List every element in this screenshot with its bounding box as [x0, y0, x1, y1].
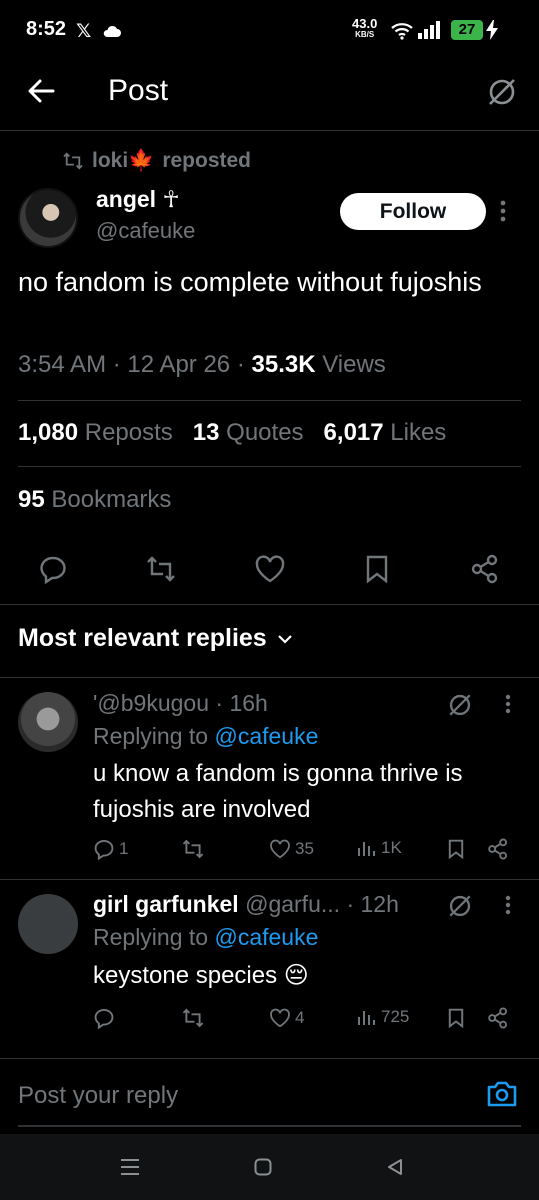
reply-actions: 4 725	[93, 1007, 523, 1037]
more-icon[interactable]	[500, 200, 506, 222]
reposts-stat[interactable]: 1,080 Reposts	[18, 419, 173, 447]
divider	[18, 400, 521, 401]
follow-button[interactable]: Follow	[340, 193, 486, 230]
avatar[interactable]	[18, 894, 78, 954]
cloud-icon	[102, 24, 122, 38]
heart-icon[interactable]: 35	[269, 838, 314, 860]
share-icon[interactable]	[487, 838, 509, 860]
header-divider	[0, 130, 539, 131]
heart-icon[interactable]	[254, 554, 286, 584]
author-name[interactable]: angel ☥	[96, 186, 180, 213]
reply-time: 16h	[229, 690, 268, 716]
reply-count: 1	[119, 839, 129, 858]
reply-actions: 1 35 1K	[93, 838, 523, 868]
divider	[0, 879, 539, 880]
view-count: 1K	[381, 838, 402, 857]
post-stats: 1,080 Reposts 13 Quotes 6,017 Likes	[18, 419, 446, 447]
reply-icon[interactable]	[93, 1007, 115, 1029]
status-bar: 8:52 𝕏 43.0 KB/S 27	[0, 0, 539, 62]
bolt-icon	[486, 20, 498, 40]
retweet-icon[interactable]	[181, 838, 205, 860]
views-count: 35.3K	[251, 351, 316, 378]
divider	[0, 1058, 539, 1059]
x-logo-icon: 𝕏	[76, 21, 92, 42]
post-meta: 3:54 AM · 12 Apr 26 · 35.3K Views	[18, 351, 386, 378]
replying-to: Replying to @cafeuke	[93, 723, 319, 749]
divider	[0, 677, 539, 678]
status-time: 8:52	[26, 18, 67, 40]
author-handle[interactable]: @cafeuke	[96, 218, 195, 244]
avatar[interactable]	[18, 188, 78, 248]
post-time: 3:54 AM	[18, 351, 107, 378]
replying-to-link[interactable]: @cafeuke	[214, 924, 318, 950]
reply-icon[interactable]	[38, 554, 68, 584]
reply-text: u know a fandom is gonna thrive is fujos…	[93, 760, 463, 823]
avatar[interactable]	[18, 692, 78, 752]
post-text: no fandom is complete without fujoshis	[18, 267, 482, 297]
more-icon[interactable]	[505, 895, 511, 915]
repost-by: loki🍁	[92, 149, 155, 172]
reply-handle: '@b9kugou	[93, 690, 209, 716]
battery-indicator: 27	[451, 20, 483, 40]
like-count: 35	[295, 839, 314, 858]
grok-icon[interactable]	[486, 76, 518, 108]
likes-stat[interactable]: 6,017 Likes	[324, 419, 447, 447]
bookmark-icon[interactable]	[364, 554, 390, 584]
home-square-icon[interactable]	[254, 1158, 272, 1176]
replies-heading: Most relevant replies	[18, 624, 267, 652]
divider	[0, 604, 539, 605]
reply-icon[interactable]: 1	[93, 838, 128, 860]
reply-header[interactable]: '@b9kugou · 16h	[93, 690, 268, 717]
share-icon[interactable]	[470, 554, 500, 584]
network-speed: 43.0 KB/S	[352, 16, 378, 39]
replying-to-link[interactable]: @cafeuke	[214, 723, 318, 749]
system-nav-bar	[0, 1134, 539, 1200]
reply-text: keystone species 😔	[93, 962, 309, 989]
repost-context[interactable]: loki🍁 reposted	[62, 148, 251, 174]
bookmark-icon[interactable]	[447, 1007, 465, 1029]
wifi-icon	[391, 22, 413, 40]
views-label: Views	[322, 351, 386, 378]
page-title: Post	[108, 74, 169, 107]
more-icon[interactable]	[505, 694, 511, 714]
replying-to: Replying to @cafeuke	[93, 924, 319, 950]
heart-icon[interactable]: 4	[269, 1007, 304, 1029]
chevron-down-icon	[277, 633, 293, 645]
post-date: 12 Apr 26	[127, 351, 231, 378]
divider	[18, 466, 521, 467]
repost-suffix: reposted	[162, 149, 252, 172]
bookmarks-stat[interactable]: 95 Bookmarks	[18, 486, 171, 514]
like-count: 4	[295, 1008, 305, 1027]
retweet-icon[interactable]	[181, 1007, 205, 1029]
reply-header[interactable]: girl garfunkel @garfu... · 12h	[93, 891, 399, 918]
grok-icon[interactable]	[447, 893, 473, 919]
reply-time: 12h	[360, 891, 399, 917]
compose-underline	[18, 1125, 521, 1127]
post-actions	[0, 548, 539, 592]
camera-icon[interactable]	[486, 1080, 518, 1108]
back-triangle-icon[interactable]	[386, 1158, 404, 1176]
reply-input[interactable]: Post your reply	[18, 1082, 178, 1110]
view-count: 725	[381, 1007, 410, 1026]
replies-sort-dropdown[interactable]: Most relevant replies	[18, 624, 293, 653]
views-icon[interactable]: 725	[357, 1007, 409, 1027]
retweet-icon	[62, 152, 84, 170]
share-icon[interactable]	[487, 1007, 509, 1029]
quotes-stat[interactable]: 13 Quotes	[193, 419, 304, 447]
reply-handle: @garfu...	[245, 891, 341, 917]
views-icon[interactable]: 1K	[357, 838, 402, 858]
reply-name: girl garfunkel	[93, 891, 239, 917]
menu-icon[interactable]	[120, 1158, 140, 1176]
bookmark-icon[interactable]	[447, 838, 465, 860]
retweet-icon[interactable]	[145, 554, 177, 584]
signal-icon	[418, 21, 444, 39]
back-arrow-icon[interactable]	[26, 76, 56, 106]
grok-icon[interactable]	[447, 692, 473, 718]
